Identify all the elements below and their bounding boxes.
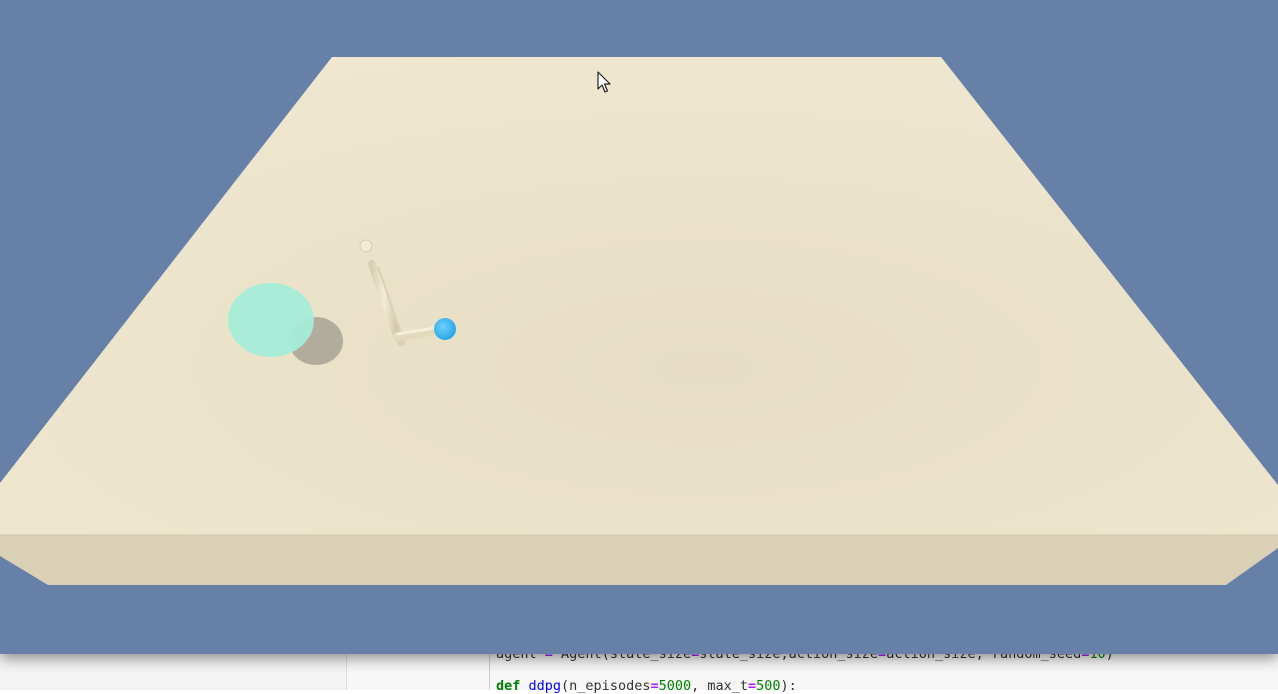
code-keyword: def bbox=[496, 678, 521, 694]
code-token: 5000 bbox=[658, 678, 692, 694]
code-token: = bbox=[748, 678, 757, 694]
floor-front-face bbox=[0, 535, 1278, 585]
mouse-cursor-icon bbox=[597, 71, 611, 93]
code-token: 500 bbox=[756, 678, 781, 694]
code-line-def-ddpg: def ddpg(n_episodes=5000, max_t=500): bbox=[496, 678, 797, 694]
fingertip-sphere bbox=[434, 318, 456, 340]
code-token: ): bbox=[780, 678, 797, 694]
arm-base-joint bbox=[359, 239, 373, 253]
code-token: (n_episodes bbox=[561, 678, 651, 694]
code-function-name: ddpg bbox=[528, 678, 562, 694]
target-sphere bbox=[228, 283, 314, 357]
reacher-simulation-window[interactable] bbox=[0, 0, 1278, 654]
code-token: = bbox=[650, 678, 659, 694]
floor-top bbox=[0, 57, 1278, 535]
simulation-scene[interactable] bbox=[0, 0, 1278, 654]
code-token: , max_t bbox=[691, 678, 749, 694]
